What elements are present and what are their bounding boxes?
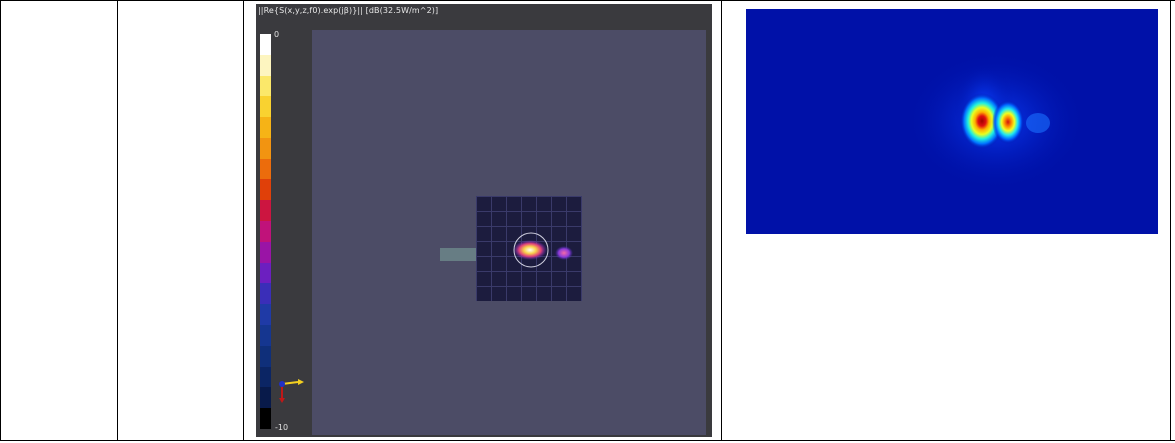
colorbar-segment <box>260 75 271 97</box>
table-border-col1 <box>117 0 118 441</box>
colorbar-segment <box>260 241 271 263</box>
field-heatmap <box>746 9 1158 234</box>
colorbar-segment <box>260 345 271 367</box>
hotspot-secondary <box>555 246 573 260</box>
simulation-canvas <box>312 30 706 435</box>
colorbar-segment <box>260 200 271 222</box>
colorbar-min-label: -10 <box>275 423 289 432</box>
colorbar-segment <box>260 117 271 138</box>
table-border-left <box>0 0 1 441</box>
table-border-right <box>1170 0 1171 441</box>
simulation-title: ||Re{S(x,y,z,f0).exp(jβ)}|| [dB(32.5W/m^… <box>258 6 439 15</box>
colorbar-segment <box>260 179 271 201</box>
table-border-col3 <box>721 0 722 441</box>
table-border-top <box>0 0 1175 1</box>
simulation-panel: ||Re{S(x,y,z,f0).exp(jβ)}|| [dB(32.5W/m^… <box>256 4 712 437</box>
colorbar-segment <box>260 324 271 346</box>
colorbar <box>260 34 271 429</box>
colorbar-segment <box>260 137 271 159</box>
colorbar-segment <box>260 54 271 76</box>
heatmap-peak-right <box>992 100 1024 144</box>
hotspot-primary <box>513 240 547 260</box>
table-border-bottom <box>0 440 1175 441</box>
colorbar-segment <box>260 304 271 325</box>
colorbar-segment <box>260 158 271 180</box>
colorbar-segment <box>260 96 271 118</box>
colorbar-segment <box>260 221 271 242</box>
colorbar-max-label: 0 <box>274 30 280 39</box>
colorbar-segment <box>260 283 271 305</box>
colorbar-segment <box>260 34 271 55</box>
axes-gizmo-icon <box>279 379 304 403</box>
colorbar-segment <box>260 262 271 284</box>
field-hotspots <box>513 232 573 268</box>
colorbar-segment <box>260 408 271 429</box>
table-border-col2 <box>243 0 244 441</box>
